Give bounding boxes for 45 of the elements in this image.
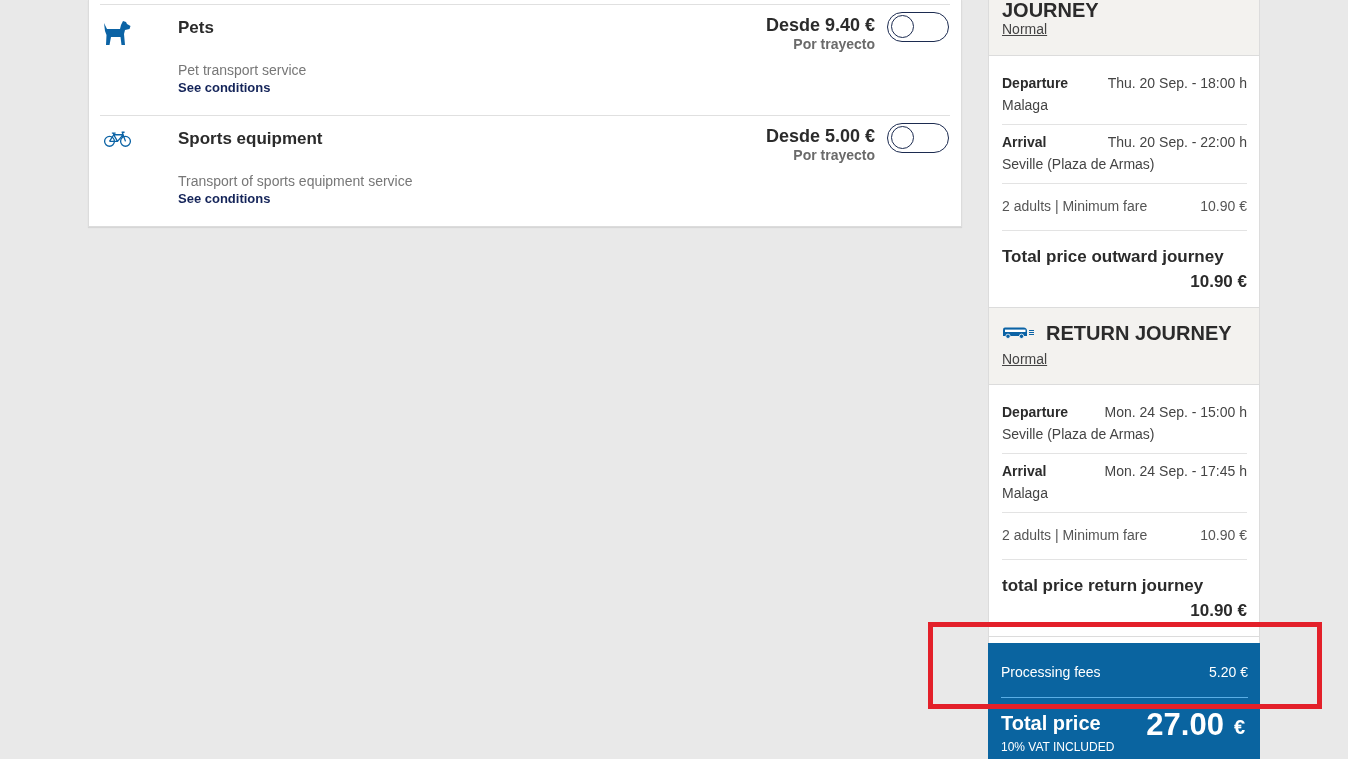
service-description: Pet transport service	[178, 62, 307, 78]
currency-symbol: €	[1233, 716, 1245, 738]
stop-datetime: Mon. 24 Sep. - 17:45 h	[1104, 462, 1247, 481]
stop-place: Seville (Plaza de Armas)	[1002, 425, 1155, 444]
fare-description: 2 adults | Minimum fare	[1002, 526, 1148, 545]
journey-title: JOURNEY	[1002, 0, 1099, 20]
journey-title: RETURN JOURNEY	[1046, 321, 1232, 345]
stop-label: Departure	[1002, 403, 1069, 422]
toggle-switch[interactable]	[887, 123, 949, 153]
service-title: Pets	[178, 18, 215, 38]
fare-type-link[interactable]: Normal	[1002, 350, 1048, 368]
service-title: Sports equipment	[178, 129, 324, 149]
stop-label: Departure	[1002, 74, 1069, 93]
price-note: Por trayecto	[793, 36, 875, 52]
stop-place: Seville (Plaza de Armas)	[1002, 155, 1155, 174]
journey-total-amount: 10.90 €	[1190, 271, 1247, 293]
journey-total-label: Total price outward journey	[1002, 246, 1224, 268]
service-price: Desde 9.40 €	[765, 15, 875, 35]
service-price: Desde 5.00 €	[765, 126, 875, 146]
dog-icon	[103, 20, 131, 45]
bicycle-icon	[103, 131, 132, 147]
fees-label: Processing fees	[1001, 663, 1101, 682]
journey-total-label: total price return journey	[1002, 575, 1204, 597]
stop-datetime: Thu. 20 Sep. - 18:00 h	[1107, 74, 1247, 93]
stop-place: Malaga	[1002, 484, 1048, 503]
conditions-link[interactable]: See conditions	[178, 191, 271, 207]
stop-label: Arrival	[1002, 462, 1047, 481]
fare-amount: 10.90 €	[1200, 197, 1247, 216]
fare-description: 2 adults | Minimum fare	[1002, 197, 1148, 216]
stop-datetime: Thu. 20 Sep. - 22:00 h	[1107, 133, 1247, 152]
journey-total-amount: 10.90 €	[1190, 600, 1247, 622]
stop-place: Malaga	[1002, 96, 1048, 115]
total-label: Total price	[1001, 711, 1101, 735]
stop-datetime: Mon. 24 Sep. - 15:00 h	[1104, 403, 1247, 422]
fare-amount: 10.90 €	[1200, 526, 1247, 545]
conditions-link[interactable]: See conditions	[178, 80, 271, 96]
toggle-switch[interactable]	[887, 12, 949, 42]
price-note: Por trayecto	[793, 147, 875, 163]
service-description: Transport of sports equipment service	[178, 173, 413, 189]
bus-icon	[1002, 327, 1034, 339]
total-amount: 27.00	[1146, 710, 1224, 740]
vat-note: 10% VAT INCLUDED	[1001, 740, 1115, 754]
fare-type-link[interactable]: Normal	[1002, 20, 1048, 38]
stop-label: Arrival	[1002, 133, 1047, 152]
fees-amount: 5.20 €	[1209, 663, 1248, 682]
